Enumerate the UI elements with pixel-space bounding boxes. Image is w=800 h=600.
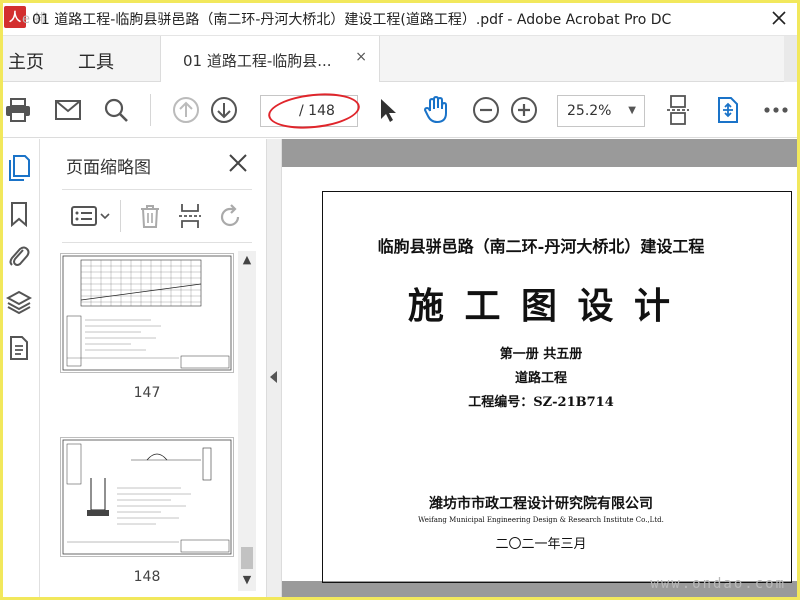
zoom-value: 25.2% [567, 103, 612, 119]
scrollbar-thumb[interactable] [241, 547, 253, 569]
email-button[interactable] [52, 94, 84, 126]
panel-toolbar [62, 189, 252, 243]
document-properties-button[interactable] [4, 333, 34, 363]
thumbnail-scrollbar[interactable]: ▲ ▼ [238, 251, 256, 591]
panel-toolbar-separator [120, 200, 121, 232]
menu-bar: 主页 工具 01 道路工程-临朐县... × [0, 36, 800, 82]
site-watermark: www.ondao.com [650, 576, 786, 592]
page-arrows-icon [718, 97, 738, 123]
project-number: 工程编号：SZ-21B714 [468, 395, 614, 410]
hand-tool-button[interactable] [420, 94, 452, 126]
document-page: 临朐县骈邑路（南二环-丹河大桥北）建设工程 施 工 图 设 计 第一册 共五册 … [282, 167, 800, 583]
paperclip-icon [9, 246, 30, 266]
panel-close-button[interactable] [224, 149, 252, 177]
document-lines-icon [10, 336, 28, 360]
rotate-page-button[interactable] [214, 200, 246, 232]
thumbnail-drawing [62, 439, 232, 555]
document-date: 二〇二一年三月 [495, 537, 587, 552]
bookmark-icon [11, 202, 27, 227]
thumbnail-drawing [62, 255, 232, 371]
layers-icon [6, 290, 32, 315]
section-name: 道路工程 [514, 371, 567, 386]
page-thumbnails-button[interactable] [4, 153, 34, 183]
panel-collapse-handle[interactable] [266, 139, 282, 600]
chevron-left-icon [270, 371, 277, 383]
scroll-up-arrow[interactable]: ▲ [240, 253, 254, 267]
thumbnail-list[interactable]: 147 148 [50, 251, 246, 591]
project-title: 临朐县骈邑路（南二环-丹河大桥北）建设工程 [377, 237, 705, 256]
cursor-arrow-icon [381, 99, 396, 122]
delete-page-button[interactable] [134, 200, 166, 232]
search-icon [104, 98, 128, 122]
main-title: 施 工 图 设 计 [407, 285, 675, 327]
chevron-down-icon: ▼ [628, 105, 636, 116]
left-navigation-rail [0, 139, 40, 600]
document-tab[interactable]: 01 道路工程-临朐县... × [160, 36, 380, 82]
toolbar: / 148 25.2% ▼ [0, 82, 800, 138]
toolbar-separator [150, 94, 151, 126]
more-options-button[interactable] [760, 94, 792, 126]
scroll-down-arrow[interactable]: ▼ [240, 573, 254, 587]
close-icon [772, 11, 786, 25]
thumbnail-page-label: 148 [133, 569, 161, 585]
printer-icon [6, 98, 30, 122]
minus-circle-icon [473, 97, 499, 123]
document-view[interactable]: 临朐县骈邑路（南二环-丹河大桥北）建设工程 施 工 图 设 计 第一册 共五册 … [282, 139, 800, 600]
page-display-button[interactable] [712, 94, 744, 126]
search-button[interactable] [100, 94, 132, 126]
arrow-up-circle-icon [173, 97, 199, 123]
company-name-cn: 潍坊市市政工程设计研究院有限公司 [429, 496, 653, 512]
envelope-icon [55, 100, 81, 120]
previous-page-button[interactable] [170, 94, 202, 126]
insert-page-icon [179, 204, 201, 228]
select-tool-button[interactable] [372, 94, 404, 126]
insert-page-button[interactable] [174, 200, 206, 232]
rotate-icon [220, 204, 240, 227]
fit-page-icon [667, 95, 689, 125]
more-dots-icon [764, 107, 788, 113]
bookmarks-button[interactable] [4, 199, 34, 229]
panel-title: 页面缩略图 [66, 158, 151, 178]
options-menu-icon [71, 206, 110, 226]
zoom-in-button[interactable] [508, 94, 540, 126]
close-icon [229, 154, 247, 172]
menu-tools[interactable]: 工具 [78, 48, 114, 74]
zoom-select[interactable]: 25.2% ▼ [557, 95, 645, 127]
window-close-button[interactable] [766, 5, 792, 31]
arrow-down-circle-icon [211, 97, 237, 123]
company-name-en: Weifang Municipal Engineering Design & R… [418, 516, 664, 524]
page-thumbnail-148[interactable] [60, 437, 234, 557]
document-tab-close-button[interactable]: × [355, 49, 367, 65]
fit-page-button[interactable] [662, 94, 694, 126]
attachments-button[interactable] [4, 241, 34, 271]
trash-icon [141, 205, 159, 228]
menu-home[interactable]: 主页 [8, 48, 44, 74]
pages-icon [9, 155, 30, 181]
layers-button[interactable] [4, 287, 34, 317]
menu-scroll[interactable] [784, 36, 800, 82]
next-page-button[interactable] [208, 94, 240, 126]
volume-info: 第一册 共五册 [499, 347, 583, 362]
plus-circle-icon [511, 97, 537, 123]
print-button[interactable] [2, 94, 34, 126]
page-thumbnail-147[interactable] [60, 253, 234, 373]
title-bar: 人 e 排 01 道路工程-临朐县骈邑路（南二环-丹河大桥北）建设工程(道路工程… [0, 0, 800, 36]
zoom-out-button[interactable] [470, 94, 502, 126]
window-title: 01 道路工程-临朐县骈邑路（南二环-丹河大桥北）建设工程(道路工程）.pdf … [32, 12, 672, 28]
thumbnail-page-label: 147 [133, 385, 161, 401]
page-thumbnails-panel: 页面缩略图 147 148 ▲ ▼ [40, 139, 266, 600]
document-tab-label: 01 道路工程-临朐县... [183, 52, 332, 70]
hand-icon [424, 96, 447, 123]
thumbnail-options-button[interactable] [68, 200, 112, 232]
